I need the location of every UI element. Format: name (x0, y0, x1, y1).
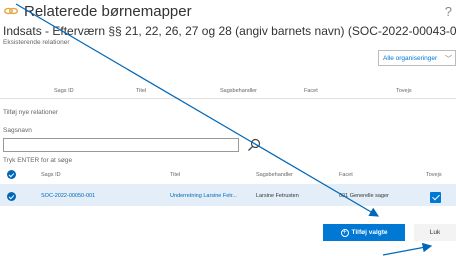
search-hint: Tryk ENTER for at søge (3, 157, 73, 164)
column-header-sagsbehandler[interactable]: Sagsbehandler (256, 172, 293, 178)
row-facet: 001 Generelle sager (339, 193, 389, 199)
organization-filter-value: Alle organiseringer (383, 55, 438, 62)
add-selected-button[interactable]: + Tilføj valgte (323, 224, 405, 241)
column-header-facet[interactable]: Facet (339, 172, 353, 178)
column-header-sags-id[interactable]: Sags ID (41, 172, 61, 178)
add-selected-label: Tilføj valgte (351, 229, 388, 236)
existing-table-header: Sags ID Titel Sagsbehandler Facet Tovejs (0, 84, 456, 98)
plus-circle-icon: + (340, 228, 349, 237)
organization-filter-dropdown[interactable]: Alle organiseringer ﹀ (378, 50, 456, 66)
column-header-sagsbehandler[interactable]: Sagsbehandler (220, 88, 257, 94)
column-header-titel[interactable]: Titel (136, 88, 146, 94)
row-titel-link[interactable]: Underretning Larsine Fetr... (170, 193, 250, 199)
row-sags-id-link[interactable]: SOC-2022-00050-001 (41, 193, 151, 199)
select-all-checkbox[interactable] (7, 170, 16, 179)
chevron-down-icon: ﹀ (445, 56, 452, 63)
table-divider (0, 98, 456, 99)
dialog-title: Relaterede børnemapper (24, 3, 192, 20)
close-button[interactable]: Luk (414, 224, 456, 241)
existing-relations-label: Eksisterende relationer (3, 39, 70, 46)
row-sagsbehandler: Larsine Fetrusten (256, 193, 299, 199)
results-table-header: Sags ID Titel Sagsbehandler Facet Tovejs (0, 168, 456, 182)
case-name-search-input[interactable] (3, 138, 239, 152)
tovejs-checkbox[interactable] (430, 192, 441, 203)
row-select-checkbox[interactable] (7, 192, 16, 201)
column-header-tovejs[interactable]: Tovejs (396, 88, 412, 94)
column-header-tovejs[interactable]: Tovejs (426, 172, 442, 178)
column-header-facet[interactable]: Facet (304, 88, 318, 94)
dialog-header: Relaterede børnemapper ? (0, 0, 456, 22)
case-subtitle: Indsats - Efterværn §§ 21, 22, 26, 27 og… (3, 24, 456, 38)
help-icon[interactable]: ? (445, 4, 452, 19)
column-header-titel[interactable]: Titel (170, 172, 180, 178)
search-field-label: Sagsnavn (3, 127, 32, 134)
search-icon[interactable] (246, 137, 262, 153)
column-header-sags-id[interactable]: Sags ID (54, 88, 74, 94)
annotation-arrow (382, 242, 433, 256)
link-chain-icon (4, 7, 18, 15)
add-relations-label: Tilføj nye relationer (3, 109, 59, 116)
